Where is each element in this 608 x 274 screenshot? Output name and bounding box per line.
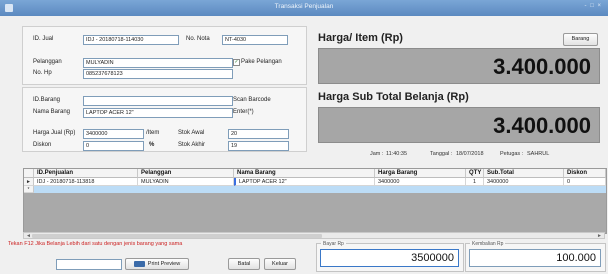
tanggal-label: Tanggal : bbox=[430, 151, 453, 157]
keluar-button[interactable]: Keluar bbox=[264, 258, 296, 270]
table-cell[interactable]: 3400000 bbox=[484, 178, 564, 186]
jam-label: Jam : bbox=[370, 151, 384, 157]
subtotal-display: 3.400.000 bbox=[318, 107, 600, 143]
stok-awal-label: Stok Awal bbox=[178, 130, 205, 136]
no-nota-label: No. Nota bbox=[186, 36, 210, 42]
grid-corner bbox=[24, 169, 34, 178]
no-nota-field[interactable]: NT-4030 bbox=[222, 35, 288, 45]
pakai-pelanggan-label: Pake Pelangan bbox=[241, 59, 282, 65]
grid-header-nama-barang[interactable]: Nama Barang bbox=[234, 169, 375, 178]
scroll-thumb[interactable] bbox=[32, 234, 322, 238]
percent-label: % bbox=[149, 142, 155, 148]
bayar-field[interactable]: 3500000 bbox=[320, 249, 459, 267]
print-icon bbox=[133, 260, 145, 267]
kembalian-field: 100.000 bbox=[469, 249, 601, 267]
scan-barcode-label: Scan Barcode bbox=[233, 97, 271, 103]
jam-value: 11:40:35 bbox=[386, 151, 408, 157]
stok-akhir-field[interactable]: 19 bbox=[228, 141, 289, 151]
nohp-field[interactable]: 085237678123 bbox=[83, 69, 233, 79]
table-cell[interactable]: 0 bbox=[564, 178, 606, 186]
f12-warning: Tekan F12 Jika Belanja Lebih dari satu d… bbox=[8, 241, 183, 247]
harga-jual-field[interactable]: 3400000 bbox=[83, 129, 144, 139]
kembalian-label: Kembalian Rp bbox=[470, 241, 506, 247]
petugas-label: Petugas : bbox=[500, 151, 524, 157]
scroll-right-icon[interactable]: ► bbox=[597, 233, 602, 239]
id-jual-label: ID. Jual bbox=[33, 36, 54, 42]
petugas-value: SAHRUL bbox=[527, 151, 550, 157]
bayar-label: Bayar Rp bbox=[321, 241, 346, 247]
nama-barang-label: Nama Barang bbox=[33, 109, 71, 115]
stok-akhir-label: Stok Akhir bbox=[178, 142, 206, 148]
window-controls[interactable]: - □ × bbox=[585, 3, 602, 9]
grid-header-qty[interactable]: QTY bbox=[466, 169, 484, 178]
harga-item-display: 3.400.000 bbox=[318, 48, 600, 84]
idbarang-field[interactable] bbox=[83, 96, 233, 106]
table-cell[interactable]: 1 bbox=[466, 178, 484, 186]
pelanggan-label: Pelanggan bbox=[33, 59, 62, 65]
per-item-label: /Item bbox=[146, 130, 160, 136]
harga-jual-label: Harga Jual (Rp) bbox=[33, 130, 76, 136]
sales-grid[interactable]: ID.Penjualan Pelanggan Nama Barang Harga… bbox=[23, 168, 607, 234]
row-marker[interactable]: ► bbox=[24, 178, 34, 186]
nama-barang-field[interactable]: LAPTOP ACER 12" bbox=[83, 108, 233, 118]
table-cell[interactable]: LAPTOP ACER 12" bbox=[234, 178, 375, 186]
grid-header-subtotal[interactable]: Sub.Total bbox=[484, 169, 564, 178]
search-field[interactable] bbox=[56, 259, 122, 270]
tanggal-value: 18/07/2018 bbox=[456, 151, 484, 157]
table-cell[interactable]: MULYADIN bbox=[138, 178, 234, 186]
scroll-left-icon[interactable]: ◄ bbox=[26, 233, 31, 239]
pelanggan-field[interactable]: MULYADIN bbox=[83, 58, 233, 68]
batal-button[interactable]: Batal bbox=[228, 258, 260, 270]
id-jual-field[interactable]: IDJ - 20180718-114030 bbox=[83, 35, 179, 45]
table-cell[interactable]: IDJ - 20180718-113818 bbox=[34, 178, 138, 186]
barang-button[interactable]: Barang bbox=[563, 33, 598, 46]
diskon-label: Diskon bbox=[33, 142, 52, 148]
harga-item-title: Harga/ Item (Rp) bbox=[318, 32, 403, 44]
nohp-label: No. Hp bbox=[33, 70, 52, 76]
stok-awal-field[interactable]: 20 bbox=[228, 129, 289, 139]
subtotal-title: Harga Sub Total Belanja (Rp) bbox=[318, 91, 469, 103]
window-titlebar: Transaksi Penjualan - □ × bbox=[0, 0, 608, 16]
pakai-pelanggan-checkbox[interactable]: ✓ bbox=[233, 59, 240, 66]
grid-header-harga-barang[interactable]: Harga Barang bbox=[375, 169, 466, 178]
new-row-marker[interactable]: * bbox=[24, 186, 34, 193]
grid-header-id-penjualan[interactable]: ID.Penjualan bbox=[34, 169, 138, 178]
window-title: Transaksi Penjualan bbox=[274, 3, 334, 10]
grid-horizontal-scrollbar[interactable]: ◄ ► bbox=[23, 232, 605, 239]
enter-hint-label: Enter(*) bbox=[233, 109, 254, 115]
print-preview-button[interactable]: Print Preview bbox=[125, 258, 189, 270]
print-preview-label: Print Preview bbox=[147, 261, 181, 267]
grid-header-pelanggan[interactable]: Pelanggan bbox=[138, 169, 234, 178]
diskon-field[interactable]: 0 bbox=[83, 141, 144, 151]
table-cell[interactable]: 3400000 bbox=[375, 178, 466, 186]
idbarang-label: ID.Barang bbox=[33, 97, 61, 103]
new-row[interactable] bbox=[34, 186, 606, 193]
grid-header-diskon[interactable]: Diskon bbox=[564, 169, 606, 178]
